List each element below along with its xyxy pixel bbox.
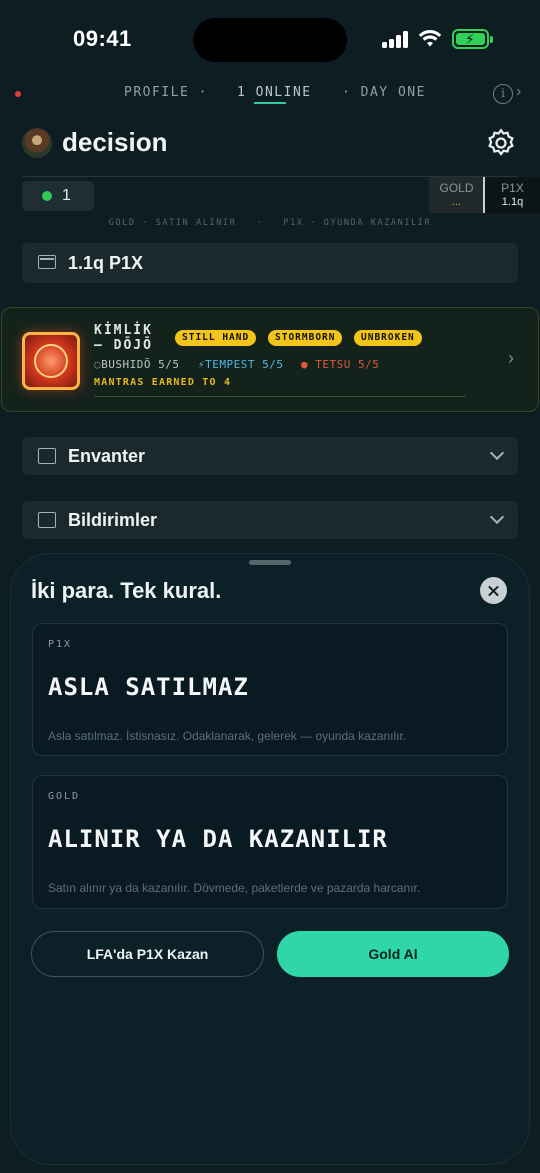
card-headline: ASLA SATILMAZ bbox=[48, 673, 249, 701]
dot-icon: ● bbox=[301, 358, 309, 371]
card-kicker: GOLD bbox=[48, 791, 81, 802]
gold-value: ... bbox=[451, 196, 462, 208]
buy-gold-button[interactable]: Gold Al bbox=[277, 931, 509, 977]
accordion-notifications[interactable]: Bildirimler bbox=[22, 501, 518, 539]
nav-day[interactable]: · DAY ONE bbox=[342, 85, 426, 100]
currency-card-p1x: P1X ASLA SATILMAZ Asla satılmaz. İstisna… bbox=[32, 623, 508, 756]
card-kicker: P1X bbox=[48, 639, 73, 650]
chevron-down-icon bbox=[489, 509, 505, 525]
identity-divider bbox=[94, 396, 466, 397]
online-dot-icon bbox=[42, 191, 52, 201]
dojo-emblem-icon bbox=[22, 332, 80, 390]
identity-title: KİMLİK — DŌJŌ bbox=[94, 323, 153, 353]
info-icon[interactable]: i bbox=[493, 84, 513, 104]
currency-subline: GOLD · SATIN ALINIR · P1X · OYUNDA KAZAN… bbox=[108, 218, 432, 228]
mail-icon bbox=[38, 512, 56, 528]
stat-tetsu-label: TETSU 5/5 bbox=[315, 358, 380, 371]
accordion-inventory-label: Envanter bbox=[68, 446, 146, 466]
accordion-notifications-label: Bildirimler bbox=[68, 510, 158, 530]
identity-title-line1: KİMLİK bbox=[94, 323, 153, 338]
sheet-drag-handle[interactable] bbox=[249, 560, 291, 565]
tag-unbroken: UNBROKEN bbox=[354, 330, 422, 346]
wallet-amount: 1.1q P1X bbox=[68, 253, 144, 273]
identity-title-line2: — DŌJŌ bbox=[94, 338, 153, 353]
tag-still-hand: STILL HAND bbox=[175, 330, 257, 346]
p1x-label: P1X bbox=[501, 181, 524, 195]
page-title: decision bbox=[62, 127, 168, 157]
card-description: Satın alınır ya da kazanılır. Dövmede, p… bbox=[48, 881, 421, 895]
nav-online[interactable]: 1 ONLINE bbox=[237, 85, 312, 100]
card-headline: ALINIR YA DA KAZANILIR bbox=[48, 825, 388, 853]
dynamic-island bbox=[193, 18, 347, 62]
mantras-progress: MANTRAS EARNED TO 4 bbox=[94, 377, 232, 388]
stat-tempest-label: TEMPEST 5/5 bbox=[205, 358, 284, 371]
chevron-right-icon[interactable]: › bbox=[508, 348, 514, 369]
wallet-row[interactable]: 1.1q P1X bbox=[22, 243, 518, 283]
wallet-icon bbox=[38, 255, 56, 269]
gold-balance[interactable]: GOLD ... bbox=[429, 177, 484, 213]
p1x-balance[interactable]: P1X 1.1q bbox=[485, 177, 540, 213]
earn-p1x-button[interactable]: LFA'da P1X Kazan bbox=[31, 931, 264, 977]
gold-label: GOLD bbox=[439, 181, 474, 195]
chevron-right-icon[interactable]: › bbox=[516, 83, 521, 101]
wifi-icon bbox=[418, 30, 442, 47]
online-indicator: 1 bbox=[22, 181, 94, 211]
chevron-down-icon bbox=[489, 445, 505, 461]
gear-icon[interactable] bbox=[486, 128, 516, 158]
tag-stormborn: STORMBORN bbox=[268, 330, 343, 346]
stat-bushido-label: BUSHIDŌ 5/5 bbox=[101, 358, 180, 371]
online-count: 1 bbox=[62, 187, 71, 204]
nav-active-indicator bbox=[254, 102, 286, 104]
store-icon bbox=[38, 448, 56, 464]
stat-tetsu: ● TETSU 5/5 bbox=[301, 358, 379, 371]
currency-card-gold: GOLD ALINIR YA DA KAZANILIR Satın alınır… bbox=[32, 775, 508, 909]
battery-charging-icon: ⚡ bbox=[452, 29, 493, 49]
p1x-value: 1.1q bbox=[501, 196, 524, 208]
accordion-inventory[interactable]: Envanter bbox=[22, 437, 518, 475]
cellular-signal-icon bbox=[382, 30, 410, 48]
stat-tempest: ⚡TEMPEST 5/5 bbox=[198, 358, 283, 371]
status-time: 09:41 bbox=[73, 26, 132, 51]
close-icon[interactable] bbox=[480, 577, 507, 604]
avatar[interactable] bbox=[22, 128, 52, 158]
nav-profile[interactable]: PROFILE · bbox=[124, 85, 208, 100]
sheet-title: İki para. Tek kural. bbox=[31, 578, 222, 603]
stat-bushido: ◌BUSHIDŌ 5/5 bbox=[94, 358, 179, 371]
recording-dot bbox=[15, 91, 21, 97]
card-description: Asla satılmaz. İstisnasız. Odaklanarak, … bbox=[48, 729, 407, 743]
